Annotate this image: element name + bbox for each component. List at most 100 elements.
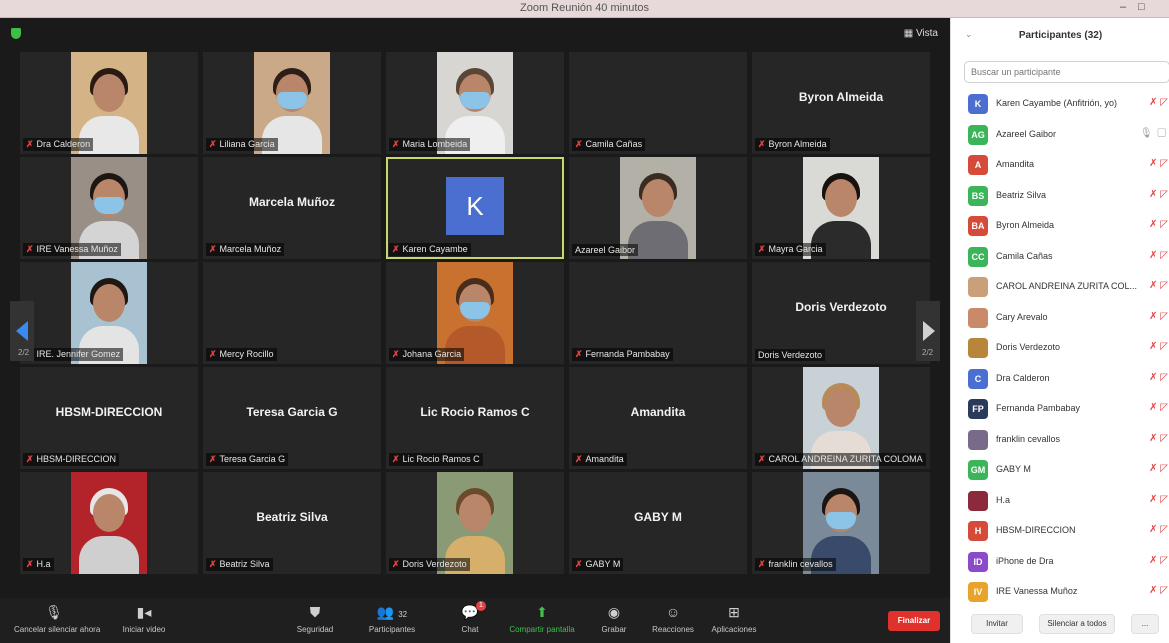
video-head (93, 284, 125, 322)
mute-all-button[interactable]: Silenciar a todos (1039, 614, 1115, 634)
participant-row[interactable]: Cary Arevalo ✗ ◸ (951, 303, 1169, 333)
participant-row[interactable]: H.a ✗ ◸ (951, 486, 1169, 516)
avatar: K (446, 177, 504, 235)
tile-name-label: ✗ Karen Cayambe (389, 243, 471, 256)
muted-mic-icon[interactable]: ✗ ◸ (1149, 280, 1168, 291)
page-indicator-left: 2/2 (18, 348, 30, 357)
participant-row[interactable]: CC Camila Cañas ✗ ◸ (951, 242, 1169, 272)
muted-mic-icon[interactable]: ✗ ◸ (1149, 219, 1168, 230)
participant-row[interactable]: CAROL ANDREINA ZURITA COL... ✗ ◸ (951, 272, 1169, 302)
video-tile[interactable]: Marcela Muñoz ✗ Marcela Muñoz (203, 157, 381, 259)
video-tile[interactable]: Azareel Gaibor (569, 157, 747, 259)
participant-row[interactable]: C Dra Calderon ✗ ◸ (951, 364, 1169, 394)
tile-label-text: Byron Almeida (768, 139, 827, 149)
chat-button[interactable]: 💬 1 Chat (430, 601, 510, 634)
security-button[interactable]: ⛊ Seguridad (275, 603, 355, 634)
video-tile[interactable]: ✗ Doris Verdezoto (386, 472, 564, 574)
avatar (968, 307, 988, 328)
participant-name: franklin cevallos (996, 433, 1061, 444)
video-tile[interactable]: ✗ Camila Cañas (569, 52, 747, 154)
video-tile[interactable]: ✗ Johana Garcia (386, 262, 564, 364)
video-tile[interactable]: K ✗ Karen Cayambe (386, 157, 564, 259)
muted-mic-icon: ✗ (758, 454, 766, 464)
participants-button[interactable]: 👥 32 Participantes (352, 603, 432, 634)
muted-mic-icon[interactable]: ✗ ◸ (1149, 250, 1168, 261)
tile-name-label: ✗ Beatriz Silva (206, 558, 273, 571)
unmute-button[interactable]: 🎙 Cancelar silenciar ahora (14, 603, 101, 634)
muted-mic-icon: ✗ (758, 139, 766, 149)
video-tile[interactable]: ✗ Liliana Garcia (203, 52, 381, 154)
participant-row[interactable]: GM GABY M ✗ ◸ (951, 455, 1169, 485)
tile-name-label: ✗ Doris Verdezoto (389, 558, 470, 571)
muted-mic-icon[interactable]: ✗ ◸ (1149, 555, 1168, 566)
muted-mic-icon[interactable]: ✗ ◸ (1149, 524, 1168, 535)
arrow-left-icon (16, 321, 28, 341)
tile-label-text: GABY M (585, 559, 621, 569)
participant-row[interactable]: K Karen Cayambe (Anfitrión, yo) ✗ ◸ (951, 89, 1169, 119)
participant-search-input[interactable] (964, 61, 1169, 83)
video-head (642, 179, 674, 217)
invite-button[interactable]: Invitar (971, 614, 1023, 634)
muted-mic-icon[interactable]: ✗ ◸ (1149, 494, 1168, 505)
participant-row[interactable]: ID iPhone de Dra ✗ ◸ (951, 547, 1169, 577)
unmute-label: Cancelar silenciar ahora (14, 625, 101, 634)
video-tile[interactable]: Teresa Garcia G ✗ Teresa Garcia G (203, 367, 381, 469)
start-video-button[interactable]: ▮◂ Iniciar video (104, 603, 184, 634)
video-tile[interactable]: ✗ IRE Vanessa Muñoz (20, 157, 198, 259)
muted-mic-icon[interactable]: ✗ ◸ (1149, 463, 1168, 474)
participant-row[interactable]: IV IRE Vanessa Muñoz ✗ ◸ (951, 577, 1169, 607)
participant-row[interactable]: H HBSM-DIRECCION ✗ ◸ (951, 516, 1169, 546)
participant-row[interactable]: franklin cevallos ✗ ◸ (951, 425, 1169, 455)
minimize-icon[interactable]: – (1120, 1, 1126, 13)
muted-mic-icon: 🎙 (45, 604, 63, 620)
muted-mic-icon[interactable]: ✗ ◸ (1149, 189, 1168, 200)
video-tile[interactable]: Doris Verdezoto Doris Verdezoto (752, 262, 930, 364)
muted-mic-icon[interactable]: ✗ ◸ (1149, 341, 1168, 352)
muted-mic-icon[interactable]: ✗ ◸ (1149, 158, 1168, 169)
muted-mic-icon[interactable]: ✗ ◸ (1149, 433, 1168, 444)
video-mask (94, 197, 124, 214)
video-head (459, 494, 491, 532)
end-meeting-button[interactable]: Finalizar (888, 611, 940, 631)
tile-label-text: H.a (36, 559, 51, 569)
muted-mic-icon[interactable]: ✗ ◸ (1149, 402, 1168, 413)
participant-row[interactable]: FP Fernanda Pambabay ✗ ◸ (951, 394, 1169, 424)
tile-name-label: ✗ Byron Almeida (755, 138, 830, 151)
video-tile[interactable]: ✗ H.a (20, 472, 198, 574)
participant-row[interactable]: BA Byron Almeida ✗ ◸ (951, 211, 1169, 241)
video-tile[interactable]: Byron Almeida ✗ Byron Almeida (752, 52, 930, 154)
participant-row[interactable]: Doris Verdezoto ✗ ◸ (951, 333, 1169, 363)
shield-icon[interactable] (11, 28, 21, 39)
chat-badge: 1 (476, 601, 486, 611)
video-tile[interactable]: ✗ CAROL ANDREINA ZURITA COLOMA (752, 367, 930, 469)
view-button[interactable]: ▦ Vista (904, 28, 938, 39)
more-options-button[interactable]: ... (1131, 614, 1159, 634)
video-tile[interactable]: Beatriz Silva ✗ Beatriz Silva (203, 472, 381, 574)
maximize-icon[interactable]: □ (1138, 1, 1145, 13)
video-tile[interactable]: HBSM-DIRECCION ✗ HBSM-DIRECCION (20, 367, 198, 469)
share-screen-button[interactable]: ⬆ Compartir pantalla (502, 603, 582, 634)
video-tile[interactable]: ✗ Mayra Garcia (752, 157, 930, 259)
video-tile[interactable]: ✗ Dra Calderon (20, 52, 198, 154)
tile-name-label: ✗ Johana Garcia (389, 348, 465, 361)
muted-mic-icon[interactable]: ✗ ◸ (1149, 585, 1168, 596)
video-tile[interactable]: ✗ Maria Lombeida (386, 52, 564, 154)
participant-row[interactable]: AG Azareel Gaibor 🎙 ◻ (951, 120, 1169, 150)
video-tile[interactable]: GABY M ✗ GABY M (569, 472, 747, 574)
participant-row[interactable]: A Amandita ✗ ◸ (951, 150, 1169, 180)
video-tile[interactable]: Amandita ✗ Amandita (569, 367, 747, 469)
apps-button[interactable]: ⊞ Aplicaciones (694, 603, 774, 634)
video-tile[interactable]: ✗IRE. Jennifer Gomez (20, 262, 198, 364)
muted-mic-icon[interactable]: ✗ ◸ (1149, 311, 1168, 322)
participant-row[interactable]: BS Beatriz Silva ✗ ◸ (951, 181, 1169, 211)
video-tile[interactable]: ✗ franklin cevallos (752, 472, 930, 574)
muted-mic-icon[interactable]: ✗ ◸ (1149, 372, 1168, 383)
avatar (968, 277, 988, 297)
video-tile[interactable]: ✗ Mercy Rocillo (203, 262, 381, 364)
mic-icon[interactable]: 🎙 ◻ (1140, 128, 1168, 139)
video-tile[interactable]: ✗ Fernanda Pambabay (569, 262, 747, 364)
muted-mic-icon: ✗ (392, 244, 400, 254)
muted-mic-icon[interactable]: ✗ ◸ (1149, 97, 1168, 108)
video-tile[interactable]: Lic Rocio Ramos C ✗ Lic Rocio Ramos C (386, 367, 564, 469)
muted-mic-icon: ✗ (575, 454, 583, 464)
